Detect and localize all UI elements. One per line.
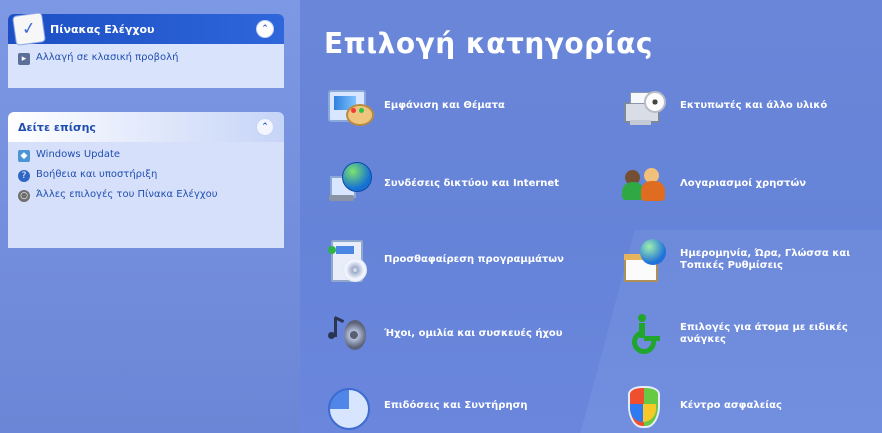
windows-update-icon: ◆	[18, 150, 30, 162]
category-label: Επιδόσεις και Συντήρηση	[384, 400, 528, 411]
see-also-item[interactable]: ? Βοήθεια και υποστήριξη	[8, 162, 284, 182]
category-label: Εκτυπωτές και άλλο υλικό	[680, 100, 828, 111]
category-label: Κέντρο ασφαλείας	[680, 400, 782, 411]
category-add-remove-programs[interactable]: Προσθαφαίρεση προγραμμάτων	[324, 236, 586, 284]
control-panel-body: ▸ Αλλαγή σε κλασική προβολή	[8, 44, 284, 88]
classic-view-icon: ▸	[18, 53, 30, 65]
switch-classic-view-link[interactable]: ▸ Αλλαγή σε κλασική προβολή	[8, 44, 284, 65]
switch-classic-view-label: Αλλαγή σε κλασική προβολή	[36, 52, 179, 63]
see-also-label: Βοήθεια και υποστήριξη	[36, 169, 158, 180]
accessibility-icon	[620, 312, 668, 359]
see-also-pane: Δείτε επίσης ⌃ ◆ Windows Update ? Βοήθει…	[8, 112, 284, 248]
sidebar: ✓ Πίνακας Ελέγχου ⌃ ▸ Αλλαγή σε κλασική …	[0, 0, 300, 433]
add-remove-programs-icon	[324, 238, 372, 282]
category-label: Λογαριασμοί χρηστών	[680, 178, 807, 189]
security-center-icon	[620, 384, 668, 428]
network-internet-icon	[324, 162, 372, 206]
collapse-chevron-icon[interactable]: ⌃	[256, 20, 274, 38]
category-label: Ήχοι, ομιλία και συσκευές ήχου	[384, 328, 563, 339]
user-accounts-icon	[620, 162, 668, 206]
sounds-speech-icon	[324, 312, 372, 356]
category-user-accounts[interactable]: Λογαριασμοί χρηστών	[620, 160, 882, 208]
see-also-title: Δείτε επίσης	[18, 120, 96, 134]
category-sounds-speech[interactable]: Ήχοι, ομιλία και συσκευές ήχου	[324, 310, 586, 358]
category-label: Συνδέσεις δικτύου και Internet	[384, 178, 559, 189]
control-panel-pane: ✓ Πίνακας Ελέγχου ⌃ ▸ Αλλαγή σε κλασική …	[8, 12, 284, 88]
see-also-label: Άλλες επιλογές του Πίνακα Ελέγχου	[36, 189, 218, 200]
category-performance-maintenance[interactable]: Επιδόσεις και Συντήρηση	[324, 382, 586, 430]
see-also-label: Windows Update	[36, 149, 121, 160]
category-appearance-themes[interactable]: Εμφάνιση και Θέματα	[324, 82, 586, 130]
category-printers-hardware[interactable]: Εκτυπωτές και άλλο υλικό	[620, 82, 882, 130]
control-panel-icon: ✓	[12, 12, 46, 46]
appearance-themes-icon	[324, 84, 374, 128]
printers-hardware-icon	[620, 84, 668, 128]
see-also-item[interactable]: ◆ Windows Update	[8, 142, 284, 162]
category-label: Επιλογές για άτομα με ειδικές ανάγκες	[680, 322, 848, 345]
help-icon: ?	[18, 170, 30, 182]
page-title: Επιλογή κατηγορίας	[324, 27, 653, 60]
see-also-item[interactable]: ○ Άλλες επιλογές του Πίνακα Ελέγχου	[8, 182, 284, 202]
category-label: Προσθαφαίρεση προγραμμάτων	[384, 254, 564, 265]
date-time-language-icon	[620, 238, 668, 282]
performance-maintenance-icon	[324, 384, 372, 430]
see-also-body: ◆ Windows Update ? Βοήθεια και υποστήριξ…	[8, 142, 284, 248]
control-panel-title: Πίνακας Ελέγχου	[50, 22, 155, 36]
category-security-center[interactable]: Κέντρο ασφαλείας	[620, 382, 882, 430]
category-label: Εμφάνιση και Θέματα	[384, 100, 505, 111]
category-view: Επιλογή κατηγορίας Εμφάνιση και Θέματα Σ…	[300, 0, 882, 433]
category-accessibility[interactable]: Επιλογές για άτομα με ειδικές ανάγκες	[620, 310, 882, 359]
collapse-chevron-icon[interactable]: ⌃	[256, 118, 274, 136]
gear-icon: ○	[18, 190, 30, 202]
see-also-header[interactable]: Δείτε επίσης ⌃	[8, 112, 284, 142]
category-network-internet[interactable]: Συνδέσεις δικτύου και Internet	[324, 160, 586, 208]
control-panel-header[interactable]: ✓ Πίνακας Ελέγχου ⌃	[8, 12, 284, 46]
category-date-time-language[interactable]: Ημερομηνία, Ώρα, Γλώσσα και Τοπικές Ρυθμ…	[620, 236, 882, 284]
category-label: Ημερομηνία, Ώρα, Γλώσσα και Τοπικές Ρυθμ…	[680, 248, 851, 271]
